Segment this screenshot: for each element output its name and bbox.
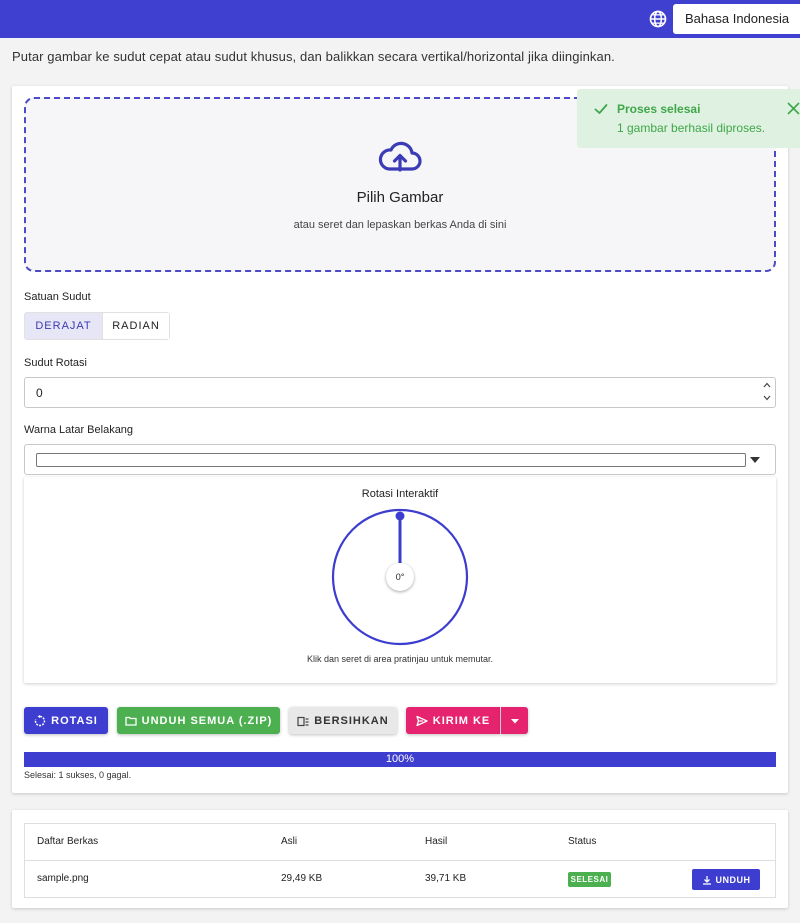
progress-summary: Selesai: 1 sukses, 0 gagal.: [24, 770, 132, 780]
download-all-button-label: UNDUH SEMUA (.ZIP): [141, 714, 273, 727]
row-download-button[interactable]: UNDUH: [692, 869, 760, 890]
clear-button[interactable]: BERSIHKAN: [289, 707, 397, 734]
column-header-status: Status: [568, 836, 597, 847]
cloud-upload-icon: [378, 141, 422, 172]
dropzone-subtitle: atau seret dan lepaskan berkas Anda di s…: [293, 219, 507, 231]
rotation-angle-input[interactable]: 0: [24, 377, 776, 408]
color-swatch[interactable]: [36, 453, 746, 467]
angle-unit-label: Satuan Sudut: [24, 291, 91, 303]
clear-button-label: BERSIHKAN: [314, 714, 389, 727]
rotation-angle-label: Sudut Rotasi: [24, 357, 87, 369]
download-all-button[interactable]: UNDUH SEMUA (.ZIP): [117, 707, 280, 734]
language-select[interactable]: Bahasa Indonesia: [673, 4, 800, 34]
file-original-size: 29,49 KB: [281, 873, 323, 884]
folder-icon: [125, 716, 137, 726]
check-icon: [594, 104, 608, 114]
file-result-size: 39,71 KB: [425, 873, 467, 884]
row-download-label: UNDUH: [715, 874, 751, 885]
status-badge: SELESAI: [568, 872, 611, 887]
toast-message: 1 gambar berhasil diproses.: [617, 121, 766, 135]
dial-angle-readout: 0°: [396, 572, 405, 582]
spin-down-icon[interactable]: [763, 395, 771, 401]
intro-text: Putar gambar ke sudut cepat atau sudut k…: [12, 49, 615, 64]
rotate-button-label: ROTASI: [51, 714, 98, 727]
globe-icon[interactable]: [648, 9, 668, 29]
interactive-rotation-hint: Klik dan seret di area pratinjau untuk m…: [306, 654, 494, 664]
toast-title: Proses selesai: [617, 102, 701, 116]
unit-degree-button[interactable]: DERAJAT: [25, 313, 102, 339]
dial-handle[interactable]: [395, 511, 405, 521]
progress-label: 100%: [385, 753, 415, 765]
chevron-down-icon[interactable]: [750, 457, 760, 463]
spin-up-icon[interactable]: [763, 382, 771, 388]
column-header-result: Hasil: [425, 836, 448, 847]
rotate-icon: [34, 714, 46, 726]
dropzone-title[interactable]: Pilih Gambar: [24, 189, 776, 206]
send-icon: [416, 715, 428, 726]
column-header-file-list: Daftar Berkas: [37, 836, 99, 847]
table-divider: [24, 860, 776, 861]
interactive-rotation-title: Rotasi Interaktif: [361, 488, 439, 500]
caret-down-icon: [510, 718, 519, 723]
clear-icon: [297, 716, 309, 726]
download-icon: [702, 875, 711, 885]
send-to-button[interactable]: KIRIM KE: [406, 707, 500, 734]
background-color-label: Warna Latar Belakang: [24, 424, 134, 436]
rotation-dial[interactable]: 0°: [331, 508, 469, 646]
send-to-dropdown-button[interactable]: [501, 707, 528, 734]
send-to-button-label: KIRIM KE: [432, 714, 491, 727]
column-header-original: Asli: [281, 836, 298, 847]
rotate-button[interactable]: ROTASI: [24, 707, 108, 734]
file-name: sample.png: [37, 873, 89, 884]
unit-radian-button[interactable]: RADIAN: [102, 313, 169, 339]
close-icon[interactable]: [787, 102, 800, 115]
success-toast: [577, 89, 800, 148]
progress-bar: 100%: [24, 752, 776, 767]
angle-unit-toggle: DERAJAT RADIAN: [24, 312, 170, 340]
